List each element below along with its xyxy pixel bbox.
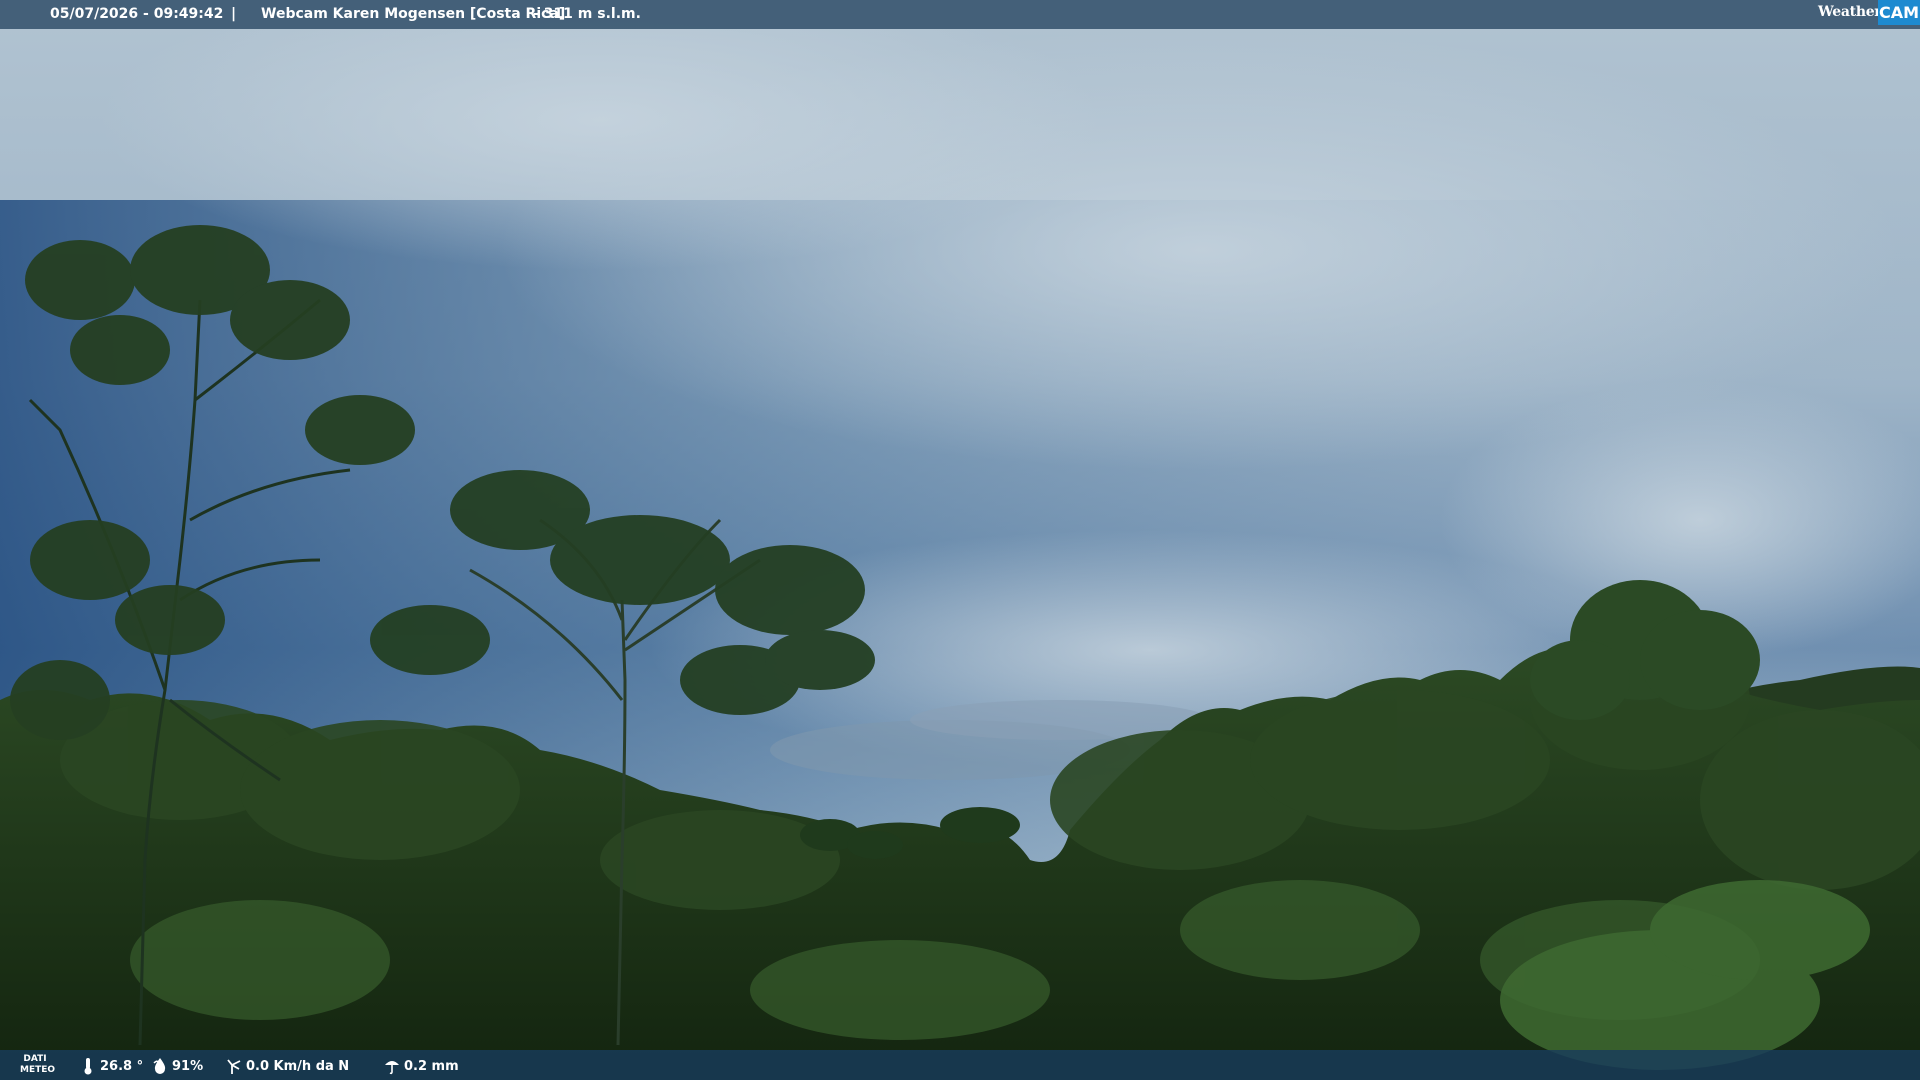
datetime-label: 05/07/2026 - 09:49:42 — [50, 6, 224, 22]
rain-icon — [385, 1061, 399, 1075]
logo-weather-text: Weather — [1818, 4, 1882, 20]
temperature-readout: 26.8 ° — [80, 1057, 143, 1075]
temperature-value: 26.8 ° — [100, 1058, 144, 1074]
logo-cam-badge: CAM — [1878, 0, 1920, 25]
weather-data-bar: DATI METEO 26.8 ° 91% 0.0 Km/h da N 0.2 … — [0, 1050, 1920, 1080]
wind-value: 0.0 Km/h da N — [246, 1058, 350, 1074]
weather-data-label: DATI METEO — [20, 1054, 56, 1075]
rain-readout: 0.2 mm — [384, 1057, 459, 1075]
wind-icon — [227, 1059, 241, 1074]
webcam-header-bar: 05/07/2026 - 09:49:42 | Webcam Karen Mog… — [0, 0, 1920, 29]
humidity-value: 91% — [172, 1058, 204, 1074]
altitude-label: - 311 m s.l.m. — [533, 6, 641, 22]
webcam-title: Webcam Karen Mogensen [Costa Rica] — [261, 6, 566, 22]
thermometer-icon — [84, 1058, 92, 1075]
rain-value: 0.2 mm — [404, 1058, 459, 1074]
weathercam-logo[interactable]: Weather CAM — [1818, 0, 1920, 26]
humidity-readout: 91% — [152, 1057, 203, 1075]
humidity-icon — [153, 1058, 166, 1074]
wind-readout: 0.0 Km/h da N — [226, 1057, 349, 1075]
header-separator: | — [231, 6, 237, 22]
webcam-image — [0, 0, 1920, 1080]
